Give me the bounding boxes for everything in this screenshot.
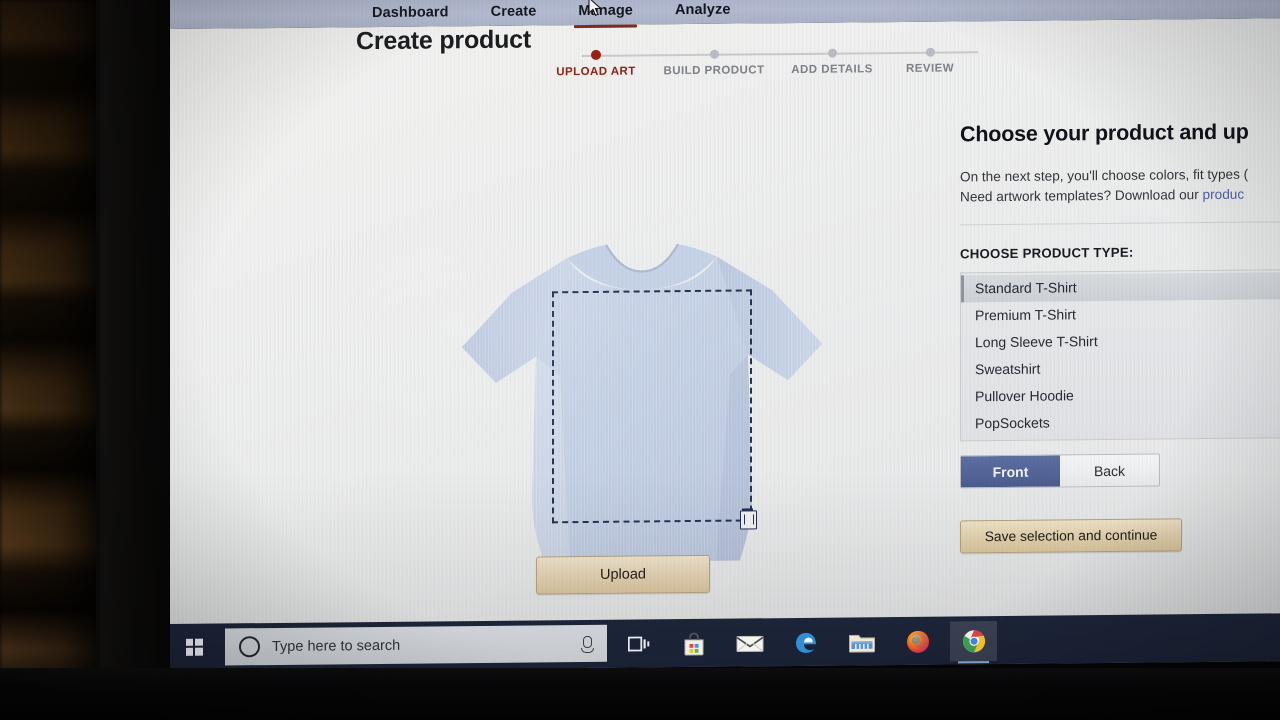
firefox-icon[interactable] [894, 622, 941, 662]
nav-item-manage[interactable]: Manage [576, 0, 635, 22]
option-label: PopSockets [975, 414, 1050, 432]
microsoft-store-icon[interactable] [670, 624, 717, 664]
side-toggle-group: Front Back [960, 453, 1160, 489]
product-type-label: CHOOSE PRODUCT TYPE: [960, 244, 1134, 262]
nav-item-manage-label: Manage [578, 2, 633, 19]
step-review-label: REVIEW [905, 62, 955, 75]
product-preview-stage: Upload [440, 193, 860, 617]
search-input[interactable]: Type here to search [225, 624, 607, 666]
upload-button-label: Upload [600, 566, 646, 583]
panel-heading: Choose your product and up [960, 119, 1249, 147]
panel-divider [960, 221, 1280, 226]
cortana-circle-icon [239, 636, 260, 658]
step-build-product[interactable]: BUILD PRODUCT [654, 23, 774, 77]
product-type-option-premium-tshirt[interactable]: Premium T-Shirt [961, 299, 1280, 329]
task-view-icon[interactable] [615, 624, 662, 664]
photo-of-monitor: Dashboard Create Manage Analyze Create p… [0, 0, 1280, 720]
product-templates-link[interactable]: produc [1203, 187, 1245, 202]
option-label: Sweatshirt [975, 360, 1041, 378]
product-type-option-sweatshirt[interactable]: Sweatshirt [961, 353, 1280, 383]
microphone-icon[interactable] [580, 635, 594, 654]
tshirt-mockup [440, 193, 860, 597]
room-background-shade [0, 0, 108, 720]
side-toggle-front[interactable]: Front [961, 455, 1060, 488]
step-dot-active [591, 49, 601, 60]
nav-item-analyze[interactable]: Analyze [673, 0, 733, 21]
product-options-panel: Choose your product and up On the next s… [960, 119, 1280, 554]
file-explorer-icon[interactable] [838, 622, 885, 662]
step-dot [925, 47, 935, 57]
step-upload-art[interactable]: UPLOAD ART [536, 24, 656, 78]
option-label: Long Sleeve T-Shirt [975, 333, 1098, 351]
save-selection-button-label: Save selection and continue [984, 527, 1158, 545]
step-review[interactable]: REVIEW [870, 21, 990, 75]
side-toggle-back-label: Back [1093, 462, 1126, 479]
step-dot [709, 49, 719, 59]
nav-item-dashboard-label: Dashboard [372, 3, 449, 21]
nav-item-create-label: Create [490, 2, 537, 20]
panel-description-line-2-text: Need artwork templates? Download our [960, 187, 1203, 205]
start-button[interactable] [170, 624, 218, 670]
product-type-option-popsockets[interactable]: PopSockets [961, 407, 1280, 437]
nav-item-analyze-label: Analyze [674, 1, 731, 18]
option-label: Standard T-Shirt [975, 279, 1077, 297]
print-area-boundary[interactable] [552, 289, 752, 524]
product-type-option-pullover-hoodie[interactable]: Pullover Hoodie [961, 380, 1280, 410]
step-dot [827, 48, 837, 58]
windows-logo-icon [185, 638, 203, 656]
step-upload-art-label: UPLOAD ART [556, 65, 636, 79]
upload-button[interactable]: Upload [536, 554, 710, 595]
panel-description-line-2: Need artwork templates? Download our pro… [960, 184, 1280, 207]
trash-icon[interactable] [740, 510, 757, 530]
chrome-icon[interactable] [950, 621, 997, 662]
nav-item-dashboard[interactable]: Dashboard [370, 1, 451, 24]
step-build-product-label: BUILD PRODUCT [663, 64, 765, 78]
product-type-option-long-sleeve-tshirt[interactable]: Long Sleeve T-Shirt [961, 326, 1280, 356]
product-type-option-standard-tshirt[interactable]: Standard T-Shirt [961, 272, 1280, 303]
mail-icon[interactable] [726, 623, 773, 663]
edge-icon[interactable] [782, 623, 829, 663]
progress-stepper: UPLOAD ART BUILD PRODUCT ADD DETAILS REV… [556, 21, 990, 83]
mouse-cursor-icon [588, 0, 601, 16]
product-type-list[interactable]: Standard T-Shirt Premium T-Shirt Long Sl… [960, 269, 1280, 442]
option-label: Premium T-Shirt [975, 306, 1076, 324]
option-label: Pullover Hoodie [975, 387, 1074, 405]
side-toggle-front-label: Front [992, 463, 1029, 480]
save-selection-button[interactable]: Save selection and continue [960, 518, 1182, 554]
browser-viewport: Dashboard Create Manage Analyze Create p… [170, 0, 1280, 673]
monitor-bezel-bottom [0, 668, 1280, 720]
side-toggle-back[interactable]: Back [1060, 454, 1159, 487]
nav-item-create[interactable]: Create [489, 0, 539, 22]
monitor-bezel-left [100, 0, 172, 720]
panel-description: On the next step, you'll choose colors, … [960, 164, 1280, 207]
page-title: Create product [356, 25, 532, 56]
search-placeholder: Type here to search [272, 637, 401, 655]
